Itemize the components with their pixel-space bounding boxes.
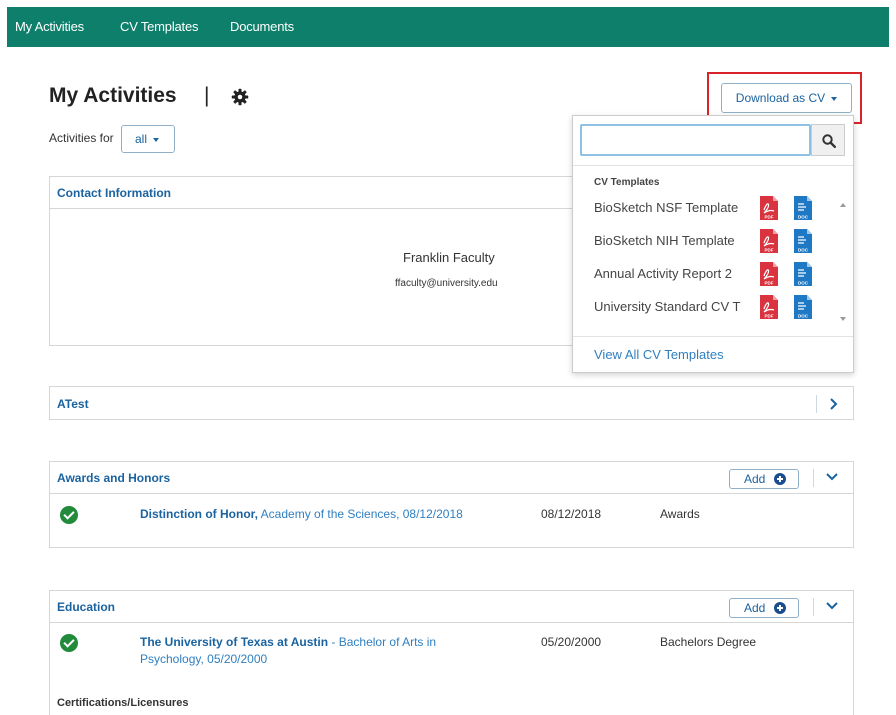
download-as-cv-button[interactable]: Download as CV <box>721 83 852 113</box>
award-detail-link[interactable]: Academy of the Sciences, 08/12/2018 <box>261 507 463 521</box>
scroll-down-icon <box>840 317 846 321</box>
template-name[interactable]: BioSketch NSF Template <box>594 200 750 215</box>
education-entry: The University of Texas at Austin - Bach… <box>140 634 480 668</box>
template-search-input[interactable] <box>580 124 811 156</box>
doc-label: DOC <box>798 314 809 319</box>
download-as-cv-label: Download as CV <box>735 91 826 105</box>
education-date: 05/20/2000 <box>541 635 602 649</box>
add-education-label: Add <box>744 601 766 615</box>
doc-file-icon[interactable]: DOC <box>793 228 813 254</box>
pdf-label: PDF <box>765 314 774 319</box>
education-header: Education Add <box>50 591 853 623</box>
header-divider <box>813 469 814 487</box>
education-detail-link-line2[interactable]: Psychology, 05/20/2000 <box>140 652 267 666</box>
doc-file-icon[interactable]: DOC <box>793 261 813 287</box>
top-navigation-bar: My Activities CV Templates Documents <box>7 7 889 47</box>
nav-cv-templates[interactable]: CV Templates <box>120 19 198 34</box>
plus-circle-icon <box>774 473 786 485</box>
template-name[interactable]: University Standard CV T <box>594 299 750 314</box>
awards-honors-title[interactable]: Awards and Honors <box>57 471 170 485</box>
atest-panel: ATest <box>49 386 854 420</box>
pdf-file-icon[interactable]: PDF <box>759 228 779 254</box>
search-icon <box>822 134 836 148</box>
page-title: My Activities <box>49 84 177 107</box>
add-award-button[interactable]: Add <box>729 469 799 489</box>
dropdown-divider <box>573 165 853 166</box>
doc-label: DOC <box>798 215 809 220</box>
check-circle-icon <box>60 506 78 524</box>
pdf-label: PDF <box>765 215 774 220</box>
cv-template-list: BioSketch NSF Template PDF DOC BioSketch… <box>573 193 835 333</box>
education-detail-link-line1[interactable]: - Bachelor of Arts in <box>331 635 436 649</box>
plus-circle-icon <box>774 602 786 614</box>
chevron-down-icon[interactable] <box>825 470 839 484</box>
doc-label: DOC <box>798 248 809 253</box>
doc-label: DOC <box>798 281 809 286</box>
education-panel: Education Add The University of Texas at… <box>49 590 854 715</box>
education-title[interactable]: Education <box>57 600 115 614</box>
contact-name: Franklin Faculty <box>403 250 495 265</box>
awards-honors-panel: Awards and Honors Add Distinction of Hon… <box>49 461 854 548</box>
header-divider <box>813 598 814 616</box>
pdf-label: PDF <box>765 248 774 253</box>
chevron-down-icon[interactable] <box>825 599 839 613</box>
title-separator: | <box>204 84 210 107</box>
add-education-button[interactable]: Add <box>729 598 799 618</box>
header-divider <box>816 395 817 413</box>
atest-title[interactable]: ATest <box>57 397 89 411</box>
scroll-up-icon <box>840 203 846 207</box>
template-search-button[interactable] <box>811 124 845 156</box>
cv-templates-section-label: CV Templates <box>594 177 660 188</box>
list-item: University Standard CV T PDF DOC <box>573 292 835 324</box>
award-date: 08/12/2018 <box>541 507 602 521</box>
template-name[interactable]: Annual Activity Report 2 <box>594 266 750 281</box>
template-list-scrollbar[interactable] <box>837 196 849 328</box>
template-name[interactable]: BioSketch NIH Template <box>594 233 750 248</box>
award-title-link[interactable]: Distinction of Honor, <box>140 507 258 521</box>
caret-down-icon <box>153 137 160 142</box>
education-degree-type: Bachelors Degree <box>660 635 757 649</box>
dropdown-divider <box>573 336 853 337</box>
contact-information-title[interactable]: Contact Information <box>57 186 171 200</box>
download-cv-dropdown: CV Templates BioSketch NSF Template PDF … <box>572 115 854 373</box>
doc-file-icon[interactable]: DOC <box>793 195 813 221</box>
add-award-label: Add <box>744 472 766 486</box>
list-item: BioSketch NIH Template PDF DOC <box>573 226 835 258</box>
award-entry: Distinction of Honor, Academy of the Sci… <box>140 506 510 523</box>
certifications-licensures-label: Certifications/Licensures <box>57 697 189 709</box>
education-title-link[interactable]: The University of Texas at Austin <box>140 635 328 649</box>
activities-for-label: Activities for <box>49 131 114 145</box>
award-type: Awards <box>660 507 700 521</box>
awards-honors-header: Awards and Honors Add <box>50 462 853 494</box>
caret-down-icon <box>831 96 838 101</box>
pdf-file-icon[interactable]: PDF <box>759 261 779 287</box>
pdf-label: PDF <box>765 281 774 286</box>
nav-documents[interactable]: Documents <box>230 19 294 34</box>
doc-file-icon[interactable]: DOC <box>793 294 813 320</box>
nav-my-activities[interactable]: My Activities <box>15 19 84 34</box>
activities-filter-dropdown[interactable]: all <box>121 125 175 153</box>
view-all-cv-templates-link[interactable]: View All CV Templates <box>594 347 724 362</box>
list-item: BioSketch NSF Template PDF DOC <box>573 193 835 225</box>
pdf-file-icon[interactable]: PDF <box>759 294 779 320</box>
check-circle-icon <box>60 634 78 652</box>
pdf-file-icon[interactable]: PDF <box>759 195 779 221</box>
contact-email: ffaculty@university.edu <box>395 278 498 289</box>
activities-filter-value: all <box>135 132 148 146</box>
list-item: Annual Activity Report 2 PDF DOC <box>573 259 835 291</box>
chevron-right-icon[interactable] <box>827 397 841 411</box>
gear-icon[interactable] <box>231 88 249 106</box>
